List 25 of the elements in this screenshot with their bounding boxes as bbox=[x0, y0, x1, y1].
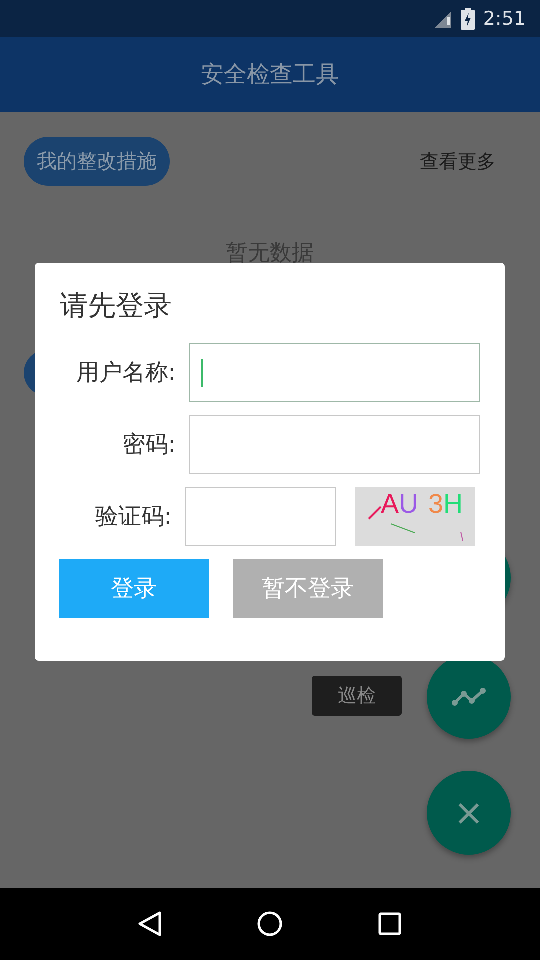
dialog-title: 请先登录 bbox=[60, 288, 173, 324]
my-measures-button[interactable]: 我的整改措施 bbox=[24, 137, 170, 186]
home-icon[interactable] bbox=[256, 910, 284, 938]
captcha-char: H bbox=[444, 489, 464, 519]
back-icon[interactable] bbox=[136, 910, 164, 938]
field-label: 密码: bbox=[121, 431, 176, 460]
captcha-char: U bbox=[399, 489, 419, 519]
close-button[interactable]: × bbox=[427, 771, 511, 855]
field-label: 用户名称: bbox=[75, 359, 176, 388]
more-link[interactable]: 查看更多 bbox=[420, 148, 496, 174]
battery-icon bbox=[461, 8, 476, 30]
captcha-char: A bbox=[381, 489, 400, 519]
patrol-label[interactable]: 巡检 bbox=[312, 676, 402, 716]
field-label: 验证码: bbox=[94, 503, 172, 532]
trend-icon bbox=[451, 687, 487, 707]
recents-icon[interactable] bbox=[376, 910, 404, 938]
password-field[interactable] bbox=[189, 415, 480, 474]
captcha-char: 3 bbox=[428, 489, 444, 519]
status-time: 2:51 bbox=[483, 8, 526, 30]
skip-login-button[interactable]: 暂不登录 bbox=[233, 559, 383, 618]
app-title: 安全检查工具 bbox=[201, 61, 339, 90]
username-field[interactable] bbox=[189, 343, 480, 402]
captcha-image[interactable]: AU 3H bbox=[355, 487, 475, 546]
login-button[interactable]: 登录 bbox=[59, 559, 209, 618]
captcha-field[interactable] bbox=[185, 487, 336, 546]
